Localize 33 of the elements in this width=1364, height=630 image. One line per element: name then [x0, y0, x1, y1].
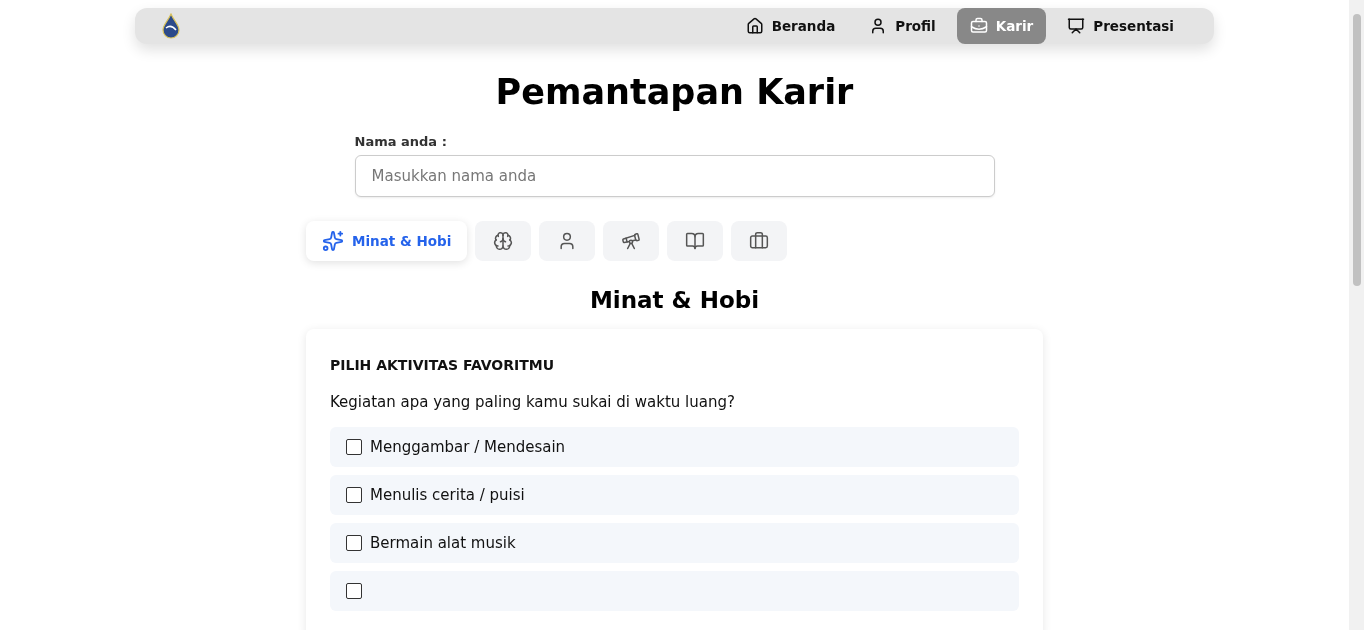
card-heading: PILIH AKTIVITAS FAVORITMU — [330, 357, 556, 373]
nav-link[interactable]: Profil — [856, 8, 949, 44]
home-icon — [745, 17, 764, 35]
nav-link[interactable]: Beranda — [732, 8, 849, 44]
sparkles-icon — [322, 230, 344, 252]
logo-icon[interactable] — [162, 13, 180, 39]
name-input-field[interactable]: Masukkan nama anda — [354, 155, 995, 197]
category-tab[interactable] — [539, 221, 596, 261]
category-tab[interactable] — [475, 221, 532, 261]
section-title: Minat & Hobi — [589, 287, 760, 313]
question-text: Kegiatan apa yang paling kamu sukai di waktu luang? — [330, 393, 736, 411]
field-label: Nama anda : — [354, 134, 448, 149]
checkbox[interactable] — [346, 439, 362, 455]
nav-link[interactable]: Karir — [956, 8, 1047, 44]
page-title: Pemantapan Karir — [495, 72, 854, 112]
category-tab[interactable] — [731, 221, 788, 261]
checkbox[interactable] — [346, 535, 362, 551]
telescope-icon — [621, 231, 642, 251]
scrollbar[interactable] — [1349, 0, 1364, 630]
category-tab[interactable]: Minat & Hobi — [306, 221, 468, 261]
option-row[interactable]: Menggambar / Mendesain — [330, 427, 1019, 467]
brain-icon — [493, 231, 514, 251]
open-book-icon — [685, 231, 706, 251]
checkbox[interactable] — [346, 487, 362, 503]
option-row[interactable]: Menulis cerita / puisi — [330, 475, 1019, 515]
checkbox[interactable] — [346, 583, 362, 599]
category-tab[interactable] — [603, 221, 660, 261]
briefcase-icon — [749, 231, 770, 251]
category-tab[interactable] — [667, 221, 724, 261]
briefcase-icon — [969, 17, 988, 35]
presentation-board-icon — [1067, 17, 1086, 35]
option-row[interactable]: Bermain alat musik — [330, 523, 1019, 563]
nav-link[interactable]: Presentasi — [1054, 8, 1187, 44]
